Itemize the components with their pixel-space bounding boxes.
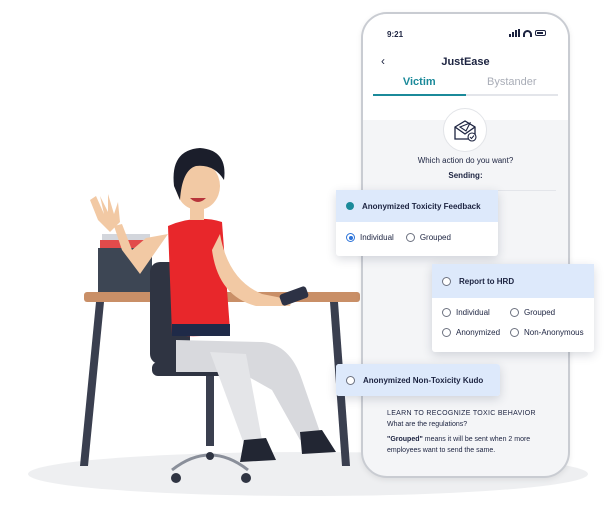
report-hrd-title: Report to HRD [459, 276, 515, 286]
envelope-send-icon [443, 108, 487, 152]
toxicity-individual-radio[interactable]: Individual [346, 233, 394, 242]
option-label: Individual [456, 308, 490, 317]
grouped-term: "Grouped" [387, 436, 423, 443]
option-label: Grouped [419, 233, 451, 242]
report-hrd-options: Individual Grouped Anonymized Non-Anonym… [432, 298, 594, 337]
tab-bar: Victim Bystander [373, 76, 558, 96]
learn-section: LEARN TO RECOGNIZE TOXIC BEHAVIOR What a… [387, 408, 562, 456]
app-title: JustEase [441, 56, 490, 68]
radio-selected-icon [346, 233, 355, 242]
learn-subheading: What are the regulations? [387, 421, 468, 428]
action-question: Which action do you want? [417, 156, 514, 165]
non-toxicity-kudo-option[interactable]: Anonymized Non-Toxicity Kudo [336, 364, 500, 396]
radio-icon [442, 308, 451, 317]
sending-label: Sending: [448, 171, 483, 180]
option-label: Individual [360, 233, 394, 242]
battery-icon [535, 30, 546, 36]
report-hrd-card: Report to HRD Individual Grouped Anonymi… [432, 264, 594, 352]
app-header: 9:21 ‹ JustEase Victim Bystander [363, 14, 568, 120]
signal-icon [509, 29, 520, 37]
option-label: Anonymized [456, 328, 501, 337]
radio-icon [510, 308, 519, 317]
toxicity-grouped-radio[interactable]: Grouped [405, 233, 451, 242]
tab-bystander[interactable]: Bystander [465, 76, 558, 96]
option-label: Non-Anonymous [524, 328, 584, 337]
hrd-non-anonymous-radio[interactable]: Non-Anonymous [510, 328, 600, 337]
non-toxicity-kudo-card: Anonymized Non-Toxicity Kudo [336, 364, 500, 396]
tab-victim[interactable]: Victim [373, 76, 466, 96]
hrd-grouped-radio[interactable]: Grouped [510, 308, 600, 317]
status-icons [509, 29, 546, 37]
hrd-anonymized-radio[interactable]: Anonymized [442, 328, 510, 337]
toxicity-feedback-option[interactable]: Anonymized Toxicity Feedback [336, 190, 498, 222]
toxicity-feedback-title: Anonymized Toxicity Feedback [362, 201, 481, 211]
radio-icon [346, 375, 355, 385]
selected-dot-icon [346, 202, 354, 210]
learn-explanation: "Grouped" means it will be sent when 2 m… [387, 434, 562, 456]
wifi-icon [523, 29, 532, 37]
radio-icon [405, 233, 415, 242]
toxicity-feedback-options: Individual Grouped [336, 222, 498, 242]
learn-heading: LEARN TO RECOGNIZE TOXIC BEHAVIOR [387, 410, 536, 417]
status-time: 9:21 [387, 30, 404, 39]
hrd-individual-radio[interactable]: Individual [442, 308, 510, 317]
toxicity-feedback-card: Anonymized Toxicity Feedback Individual … [336, 190, 498, 256]
report-hrd-option[interactable]: Report to HRD [432, 264, 594, 298]
non-toxicity-kudo-title: Anonymized Non-Toxicity Kudo [363, 375, 484, 385]
radio-icon [442, 328, 451, 337]
radio-icon [510, 328, 519, 337]
radio-icon [442, 276, 451, 286]
option-label: Grouped [524, 308, 556, 317]
